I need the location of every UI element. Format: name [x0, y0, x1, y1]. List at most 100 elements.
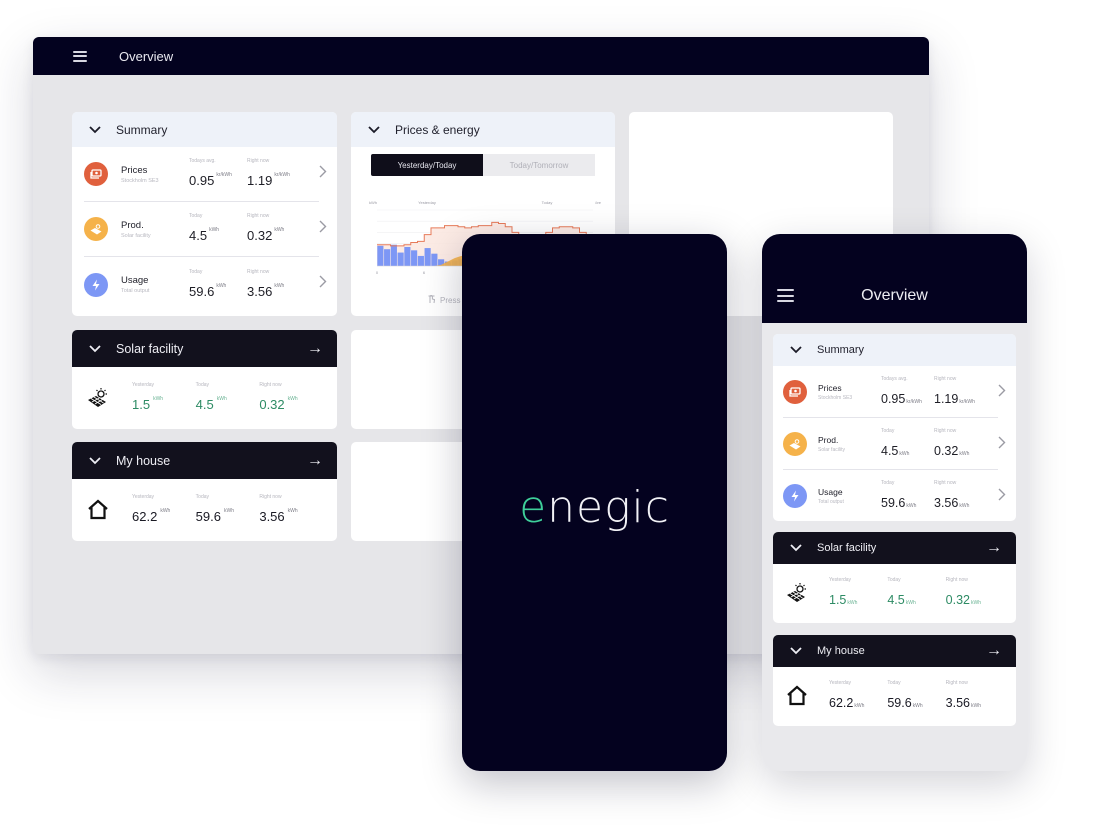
stat-caption: Yesterday: [132, 382, 155, 388]
chevron-down-icon[interactable]: [367, 123, 381, 137]
stat-caption: Today: [887, 577, 901, 583]
solar-panel-icon: [86, 386, 110, 410]
value-number: 3.56: [247, 283, 273, 299]
summary-header[interactable]: Summary: [72, 112, 337, 147]
row-subtitle: Solar facility: [121, 232, 151, 239]
value-unit: kWh: [959, 503, 970, 509]
stat-yesterday: Yesterday 62.2kWh: [132, 494, 196, 526]
mobile-summary-header[interactable]: Summary: [773, 334, 1016, 366]
arrow-right-icon[interactable]: →: [986, 540, 1002, 556]
value-number: 1.19: [247, 173, 273, 188]
tab-yesterday-today[interactable]: Yesterday/Today: [371, 154, 483, 176]
value-number: 4.5: [881, 443, 899, 458]
value-caption: Right now: [247, 158, 270, 164]
mobile-house-stats: Yesterday 62.2kWh Today 59.6kWh Right now 3…: [773, 667, 1016, 725]
stat-today: Today 4.5kWh: [887, 577, 945, 609]
arrow-right-icon[interactable]: →: [307, 452, 323, 469]
value-number: 3.56: [934, 496, 959, 510]
chevron-down-icon[interactable]: [88, 123, 102, 137]
value-caption: Right now: [247, 268, 270, 275]
row-title: Prices: [818, 382, 842, 393]
value-column: Right now 1.19kr/kWh: [247, 158, 305, 190]
my-house-header[interactable]: My house →: [72, 442, 337, 479]
value-column: Today 59.6kWh: [881, 480, 934, 512]
value-caption: Today: [881, 427, 895, 434]
usage-bar: [397, 252, 404, 266]
mobile-summary-card: Summary Prices Stockholm SE3 Todays avg.…: [773, 334, 1016, 521]
prices-energy-header[interactable]: Prices & energy: [351, 112, 615, 147]
top-app-bar: Overview: [33, 37, 929, 75]
chevron-right-icon[interactable]: [998, 488, 1006, 504]
chevron-down-icon[interactable]: [789, 343, 803, 357]
summary-row[interactable]: Prod. Solar facility Today 4.5kWh Right …: [783, 418, 1006, 470]
value-caption: Today: [189, 268, 203, 275]
arrow-right-icon[interactable]: →: [986, 643, 1002, 659]
stat-value: 1.5: [829, 593, 847, 607]
row-label: Prices Stockholm SE3: [818, 383, 881, 401]
value-unit: kWh: [209, 227, 220, 233]
value-number: 4.5: [189, 228, 208, 243]
splash-screen-phone: enegic: [462, 234, 727, 771]
row-label: Prod. Solar facility: [818, 435, 881, 453]
stat-unit: kWh: [847, 600, 858, 606]
stat-yesterday: Yesterday 62.2kWh: [829, 680, 887, 712]
chevron-down-icon[interactable]: [789, 644, 803, 658]
value-unit: kr/kWh: [959, 398, 975, 405]
mobile-my-house-title: My house: [817, 645, 865, 657]
chevron-right-icon[interactable]: [319, 275, 327, 291]
value-column: Right now 1.19kr/kWh: [934, 376, 987, 408]
value-number: 59.6: [881, 496, 906, 510]
arrow-right-icon[interactable]: →: [307, 340, 323, 357]
stat-yesterday: Yesterday 1.5kWh: [132, 382, 196, 414]
row-title: Prices: [121, 164, 148, 176]
value-column: Right now 3.56kWh: [247, 269, 305, 301]
value-column: Todays avg. 0.95kr/kWh: [881, 376, 934, 408]
mobile-my-house-card: My house → Yesterday 62.2kWh Today 59.6kWh…: [773, 635, 1016, 726]
stat-right-now: Right now 3.56kWh: [259, 494, 323, 526]
stat-value: 0.32: [259, 397, 285, 412]
row-subtitle: Total output: [121, 288, 150, 294]
solar-facility-header[interactable]: Solar facility →: [72, 330, 337, 367]
chevron-right-icon[interactable]: [319, 220, 327, 236]
stat-value: 4.5: [887, 593, 905, 607]
my-house-title: My house: [116, 453, 171, 468]
summary-row[interactable]: Usage Total output Today 59.6kWh Right n…: [783, 470, 1006, 521]
press-hint: Press: [427, 294, 460, 306]
value-unit: kWh: [274, 227, 285, 233]
row-title: Prod.: [818, 434, 839, 445]
stat-caption: Right now: [945, 680, 968, 686]
summary-row[interactable]: Usage Total output Today 59.6kWh Right n…: [84, 257, 327, 312]
press-hint-text: Press: [440, 295, 461, 305]
stat-value: 59.6: [887, 696, 912, 710]
value-column: Right now 0.32kWh: [247, 213, 305, 245]
stat-right-now: Right now 0.32kWh: [259, 382, 323, 414]
y-axis-unit: kWh: [369, 200, 377, 205]
mobile-solar-stats: Yesterday 1.5kWh Today 4.5kWh Right now 0.3…: [773, 564, 1016, 622]
stat-value: 3.56: [259, 509, 285, 524]
summary-card: Summary Prices Stockholm SE3 Todays avg.…: [72, 112, 337, 316]
summary-row[interactable]: Prod. Solar facility Today 4.5kWh Right …: [84, 202, 327, 257]
menu-icon[interactable]: [73, 50, 87, 62]
chevron-down-icon[interactable]: [88, 342, 102, 356]
mobile-my-house-header[interactable]: My house →: [773, 635, 1016, 667]
chevron-right-icon[interactable]: [998, 384, 1006, 400]
chevron-right-icon[interactable]: [998, 436, 1006, 452]
summary-row[interactable]: Prices Stockholm SE3 Todays avg. 0.95kr/…: [84, 147, 327, 202]
summary-row[interactable]: Prices Stockholm SE3 Todays avg. 0.95kr/…: [783, 366, 1006, 418]
stat-caption: Today: [195, 494, 210, 500]
value-column: Today 4.5kWh: [881, 428, 934, 460]
chevron-down-icon[interactable]: [88, 454, 102, 468]
value-unit: kWh: [274, 282, 285, 289]
mobile-solar-facility-card: Solar facility → Yesterday 1.5kWh Today 4.…: [773, 532, 1016, 623]
tab-today-tomorrow[interactable]: Today/Tomorrow: [483, 154, 595, 176]
page-title: Overview: [119, 48, 174, 64]
chevron-down-icon[interactable]: [789, 541, 803, 555]
chevron-right-icon[interactable]: [319, 165, 327, 181]
stat-unit: kWh: [971, 600, 981, 606]
value-column: Right now 0.32kWh: [934, 428, 987, 460]
row-label: Usage Total output: [818, 487, 881, 505]
logo-text: negic: [547, 482, 670, 533]
stat-unit: kWh: [160, 508, 171, 514]
mobile-solar-facility-header[interactable]: Solar facility →: [773, 532, 1016, 564]
stat-unit: kWh: [971, 703, 981, 709]
